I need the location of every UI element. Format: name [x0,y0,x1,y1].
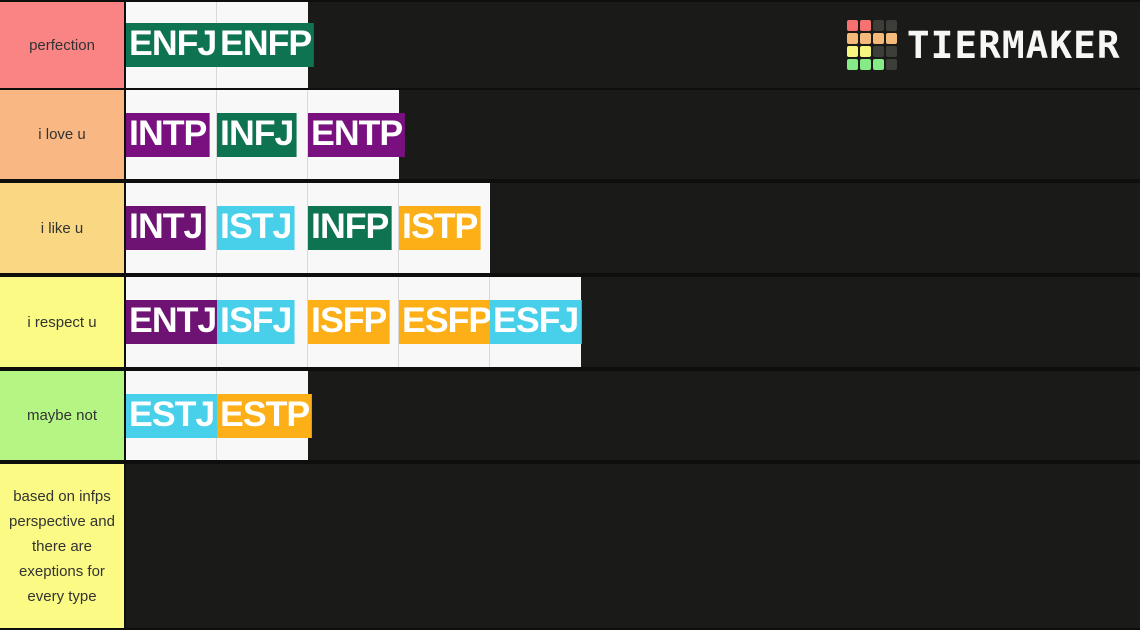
tier-item-slot[interactable]: INFJ [217,90,308,179]
tier-row-label[interactable]: maybe not [0,371,126,460]
tier-item-badge[interactable]: INFJ [217,112,297,157]
tier-item-badge[interactable]: ISFJ [217,300,295,344]
tier-item-badge[interactable]: ISTJ [217,206,295,250]
tier-row: i respect u ENTJ ISFJ ISFP ESFP ESFJ [0,275,1140,369]
tier-item-slot[interactable]: ESFP [399,277,495,367]
tier-row-items[interactable]: ESTJ ESTP [126,371,313,460]
tier-item-slot[interactable]: INTJ [126,183,217,273]
tier-row: i love u INTP INFJ ENTP [0,88,1140,181]
tier-item-badge[interactable]: INTJ [126,206,206,250]
tier-item-badge[interactable]: ISTP [399,206,481,250]
tier-item-slot[interactable]: ESTP [217,371,313,460]
tier-row-label[interactable]: i love u [0,90,126,179]
tier-item-slot[interactable]: ESTJ [126,371,218,460]
tier-row: based on infps perspective and there are… [0,462,1140,630]
tier-item-slot[interactable]: INTP [126,90,217,179]
tier-item-badge[interactable]: ESFJ [490,300,582,344]
tier-item-badge[interactable]: ENTJ [126,300,220,344]
tier-item-slot[interactable]: INFP [308,183,399,273]
tier-row-label[interactable]: i like u [0,183,126,273]
tier-row-items[interactable]: INTJ ISTJ INFP ISTP [126,183,490,273]
tier-row-items[interactable]: ENTJ ISFJ ISFP ESFP ESFJ [126,277,582,367]
tier-item-badge[interactable]: ENFJ [126,23,220,67]
tier-item-slot[interactable]: ENTP [308,90,406,179]
tier-item-badge[interactable]: ISFP [308,300,390,344]
tier-item-badge[interactable]: ENFP [217,23,315,67]
tier-row-items[interactable]: ENFJ ENFP [126,2,315,88]
tier-row-label[interactable]: i respect u [0,277,126,367]
tier-list-canvas: TIERMAKER perfection ENFJ ENFP i love u INTP… [0,0,1140,630]
tier-row-label[interactable]: perfection [0,2,126,88]
tier-item-badge[interactable]: ESTJ [126,393,218,438]
tier-row-label[interactable]: based on infps perspective and there are… [0,464,126,628]
tier-row: perfection ENFJ ENFP [0,0,1140,90]
tier-row: i like u INTJ ISTJ INFP ISTP [0,181,1140,275]
tier-item-slot[interactable]: ENFP [217,2,315,88]
tier-item-slot[interactable]: ENTJ [126,277,220,367]
tier-item-slot[interactable]: ISFP [308,277,399,367]
tier-item-slot[interactable]: ESFJ [490,277,582,367]
tier-item-badge[interactable]: ESTP [217,393,313,438]
tier-item-slot[interactable]: ISTJ [217,183,308,273]
tier-item-slot[interactable]: ISFJ [217,277,308,367]
tier-item-badge[interactable]: INTP [126,112,210,157]
tier-row-items[interactable]: INTP INFJ ENTP [126,90,406,179]
tier-item-badge[interactable]: ENTP [308,112,406,157]
tier-item-slot[interactable]: ISTP [399,183,490,273]
tier-item-slot[interactable]: ENFJ [126,2,220,88]
tier-row: maybe not ESTJ ESTP [0,369,1140,462]
tier-item-badge[interactable]: INFP [308,206,392,250]
tier-item-badge[interactable]: ESFP [399,300,495,344]
